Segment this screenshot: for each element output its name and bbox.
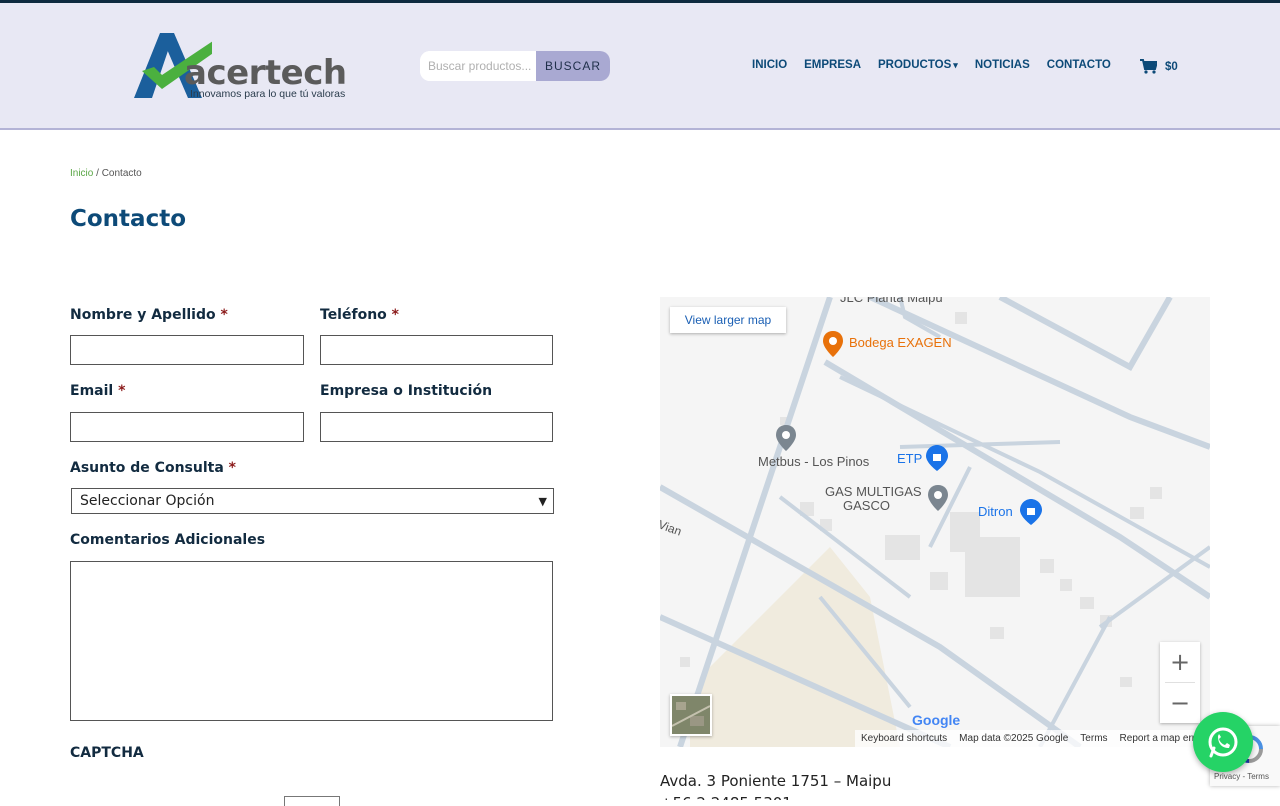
nav-item-contacto[interactable]: CONTACTO bbox=[1047, 59, 1111, 71]
nav-item-productos[interactable]: PRODUCTOS ▾ bbox=[878, 59, 958, 71]
email-label: Email * bbox=[70, 383, 125, 399]
captcha-label: CAPTCHA bbox=[70, 745, 144, 761]
product-search: BUSCAR bbox=[420, 51, 610, 81]
name-label-text: Nombre y Apellido bbox=[70, 307, 216, 323]
map-canvas bbox=[660, 297, 1210, 747]
required-mark: * bbox=[391, 307, 399, 323]
nav-item-empresa[interactable]: EMPRESA bbox=[804, 59, 861, 71]
shopping-pin-icon bbox=[1020, 499, 1042, 525]
breadcrumb-current: Contacto bbox=[101, 168, 142, 179]
required-mark: * bbox=[220, 307, 228, 323]
subject-label-text: Asunto de Consulta bbox=[70, 460, 224, 476]
search-input[interactable] bbox=[420, 51, 536, 81]
whatsapp-icon bbox=[1208, 727, 1238, 758]
nav-label: PRODUCTOS bbox=[878, 59, 952, 71]
map-data-credit: Map data ©2025 Google bbox=[959, 733, 1069, 744]
shopping-pin-icon bbox=[926, 445, 948, 471]
place-pin-icon bbox=[776, 425, 796, 451]
subject-selected-value: Seleccionar Opción bbox=[80, 493, 215, 509]
search-button[interactable]: BUSCAR bbox=[536, 51, 610, 81]
breadcrumb-home-link[interactable]: Inicio bbox=[70, 168, 93, 179]
breadcrumb-separator: / bbox=[93, 168, 102, 179]
google-logo-text: Google bbox=[912, 712, 961, 728]
comments-textarea[interactable] bbox=[70, 561, 553, 721]
recaptcha-text[interactable]: Privacy - Terms bbox=[1214, 772, 1269, 781]
poi-jlc[interactable]: JLC Planta Maipú bbox=[840, 297, 943, 305]
cart-icon bbox=[1140, 59, 1157, 74]
phone-field[interactable] bbox=[320, 335, 553, 365]
poi-gasco-line1: GAS MULTIGAS bbox=[825, 484, 922, 499]
poi-etp[interactable]: ETP bbox=[897, 451, 922, 466]
email-label-text: Email bbox=[70, 383, 114, 399]
zoom-out-button[interactable]: − bbox=[1160, 683, 1200, 723]
logo-tagline: Innovamos para lo que tú valoras bbox=[190, 88, 346, 100]
whatsapp-button[interactable] bbox=[1193, 712, 1253, 772]
poi-bodega-exagen[interactable]: Bodega EXAGEN bbox=[849, 335, 952, 350]
page-title: Contacto bbox=[70, 206, 186, 232]
map-zoom-controls: + − bbox=[1160, 642, 1200, 723]
google-logo: Google bbox=[912, 712, 960, 728]
zoom-in-button[interactable]: + bbox=[1160, 642, 1200, 682]
contact-phone: +56 2 2485 5301 bbox=[660, 794, 792, 800]
site-logo[interactable]: acertech Innovamos para lo que tú valora… bbox=[132, 31, 347, 103]
nav-item-noticias[interactable]: NOTICIAS bbox=[975, 59, 1030, 71]
google-map[interactable]: JLC Planta Maipú Bodega EXAGEN Metbus - … bbox=[660, 297, 1210, 747]
place-pin-icon bbox=[928, 485, 948, 511]
view-larger-map-button[interactable]: View larger map bbox=[670, 307, 786, 333]
nav-label: CONTACTO bbox=[1046, 59, 1111, 71]
map-attribution: Keyboard shortcuts Map data ©2025 Google… bbox=[855, 730, 1210, 747]
nav-item-inicio[interactable]: INICIO bbox=[752, 59, 787, 71]
logo-wordmark: acertech bbox=[184, 53, 347, 93]
contact-address: Avda. 3 Poniente 1751 – Maipu bbox=[660, 772, 892, 790]
company-field[interactable] bbox=[320, 412, 553, 442]
cart-total: $0 bbox=[1165, 60, 1178, 73]
subject-select[interactable]: Seleccionar Opción ▼ bbox=[71, 488, 554, 514]
poi-gasco-line2: GASCO bbox=[843, 498, 890, 513]
breadcrumb: Inicio / Contacto bbox=[70, 168, 142, 179]
cart-link[interactable]: $0 bbox=[1140, 59, 1178, 74]
poi-gasco[interactable]: GAS MULTIGAS GASCO bbox=[825, 485, 922, 513]
terms-link[interactable]: Terms bbox=[1080, 733, 1107, 744]
main-nav: INICIO EMPRESA PRODUCTOS ▾ NOTICIAS CONTA… bbox=[752, 59, 1128, 71]
name-field[interactable] bbox=[70, 335, 304, 365]
satellite-toggle[interactable] bbox=[670, 694, 712, 736]
email-field[interactable] bbox=[70, 412, 304, 442]
required-mark: * bbox=[118, 383, 126, 399]
chevron-down-icon: ▾ bbox=[953, 59, 958, 70]
poi-metbus[interactable]: Metbus - Los Pinos bbox=[758, 454, 869, 469]
nav-label: NOTICIAS bbox=[974, 59, 1030, 71]
poi-ditron[interactable]: Ditron bbox=[978, 504, 1013, 519]
nav-label: EMPRESA bbox=[804, 59, 862, 71]
comments-label: Comentarios Adicionales bbox=[70, 532, 266, 548]
captcha-input[interactable] bbox=[284, 796, 340, 806]
phone-label: Teléfono * bbox=[320, 307, 399, 323]
subject-label: Asunto de Consulta * bbox=[70, 460, 236, 476]
nav-label: INICIO bbox=[752, 59, 788, 71]
name-label: Nombre y Apellido * bbox=[70, 307, 228, 323]
phone-label-text: Teléfono bbox=[320, 307, 387, 323]
site-header: acertech Innovamos para lo que tú valora… bbox=[0, 3, 1280, 130]
chevron-down-icon: ▼ bbox=[538, 495, 547, 508]
company-label: Empresa o Institución bbox=[320, 383, 493, 399]
satellite-thumbnail-icon bbox=[671, 696, 711, 734]
store-pin-icon bbox=[823, 331, 843, 357]
keyboard-shortcuts-link[interactable]: Keyboard shortcuts bbox=[861, 733, 947, 744]
report-map-error-link[interactable]: Report a map error bbox=[1120, 733, 1204, 744]
required-mark: * bbox=[228, 460, 236, 476]
